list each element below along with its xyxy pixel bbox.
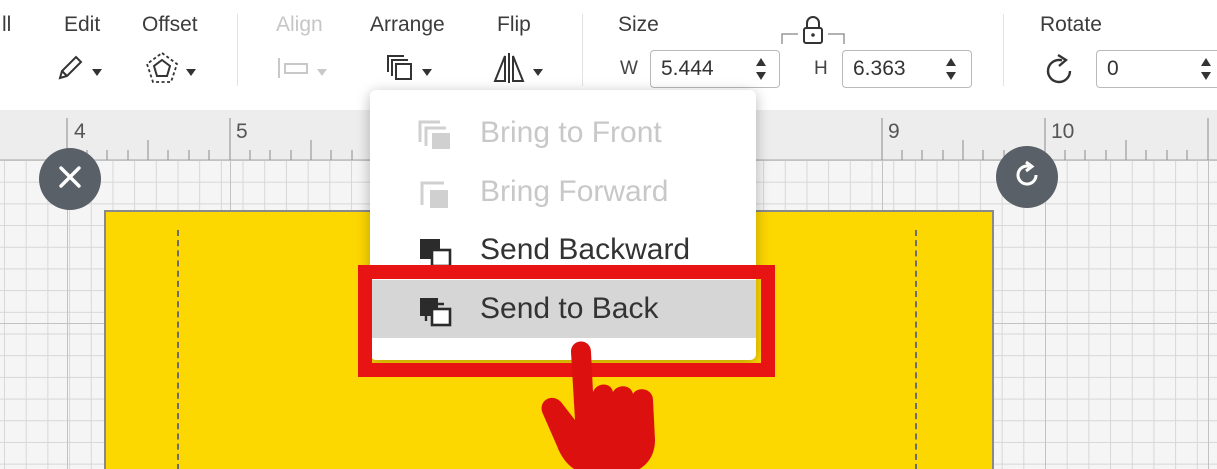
bring-to-front-icon — [416, 118, 460, 152]
flip-button[interactable] — [492, 48, 543, 92]
toolbar-divider — [1003, 14, 1004, 86]
chevron-down-icon — [317, 68, 327, 76]
bring-forward-icon — [416, 177, 460, 211]
width-value: 5.444 — [661, 57, 714, 80]
size-label: Size — [618, 13, 659, 36]
arrange-button[interactable] — [385, 48, 432, 92]
width-stepper-icon[interactable] — [754, 54, 768, 84]
rotate-icon[interactable] — [1040, 52, 1078, 95]
height-letter: H — [814, 58, 828, 79]
height-stepper-icon[interactable] — [944, 54, 958, 84]
edit-label: Edit — [64, 13, 101, 36]
toolbar-divider — [237, 14, 238, 86]
send-backward-icon — [416, 235, 460, 269]
align-button[interactable] — [276, 48, 327, 92]
height-value: 6.363 — [853, 57, 906, 80]
rotate-label: Rotate — [1040, 13, 1102, 36]
pencil-icon — [55, 53, 85, 88]
menu-item-label: Bring Forward — [480, 175, 669, 208]
rotate-handle[interactable] — [996, 146, 1058, 208]
ruler-number: 9 — [888, 120, 900, 143]
arrange-label: Arrange — [370, 13, 445, 36]
edit-button[interactable] — [55, 48, 102, 92]
chevron-down-icon — [533, 68, 543, 76]
chevron-down-icon — [422, 68, 432, 76]
align-icon — [276, 56, 310, 85]
menu-item-bring-forward[interactable]: Bring Forward — [370, 163, 756, 221]
ruler-number: 10 — [1051, 120, 1075, 143]
menu-item-label: Bring to Front — [480, 116, 662, 149]
ruler-number: 5 — [236, 120, 248, 143]
delete-handle[interactable] — [39, 148, 101, 210]
menu-item-bring-to-front[interactable]: Bring to Front — [370, 104, 756, 162]
chevron-down-icon — [186, 68, 196, 76]
close-icon — [56, 163, 84, 196]
pointer-hand-icon — [535, 330, 675, 469]
rotate-stepper-icon[interactable] — [1199, 54, 1213, 84]
rotate-value: 0 — [1107, 57, 1119, 80]
chevron-down-icon — [92, 68, 102, 76]
menu-item-label: Send Backward — [480, 233, 691, 266]
flip-label: Flip — [497, 13, 531, 36]
toolbar-divider — [582, 14, 583, 86]
partial-toolbar-label: ll — [2, 13, 12, 36]
lock-icon[interactable] — [780, 14, 846, 53]
flip-icon — [492, 51, 526, 90]
score-line — [915, 230, 917, 469]
offset-icon — [145, 51, 179, 90]
width-letter: W — [620, 58, 638, 79]
offset-button[interactable] — [145, 48, 196, 92]
ruler-number: 4 — [74, 120, 86, 143]
rotate-handle-icon — [1012, 160, 1042, 195]
score-line — [177, 230, 179, 469]
align-label: Align — [276, 13, 323, 36]
arrange-icon — [385, 53, 415, 88]
offset-label: Offset — [142, 13, 198, 36]
